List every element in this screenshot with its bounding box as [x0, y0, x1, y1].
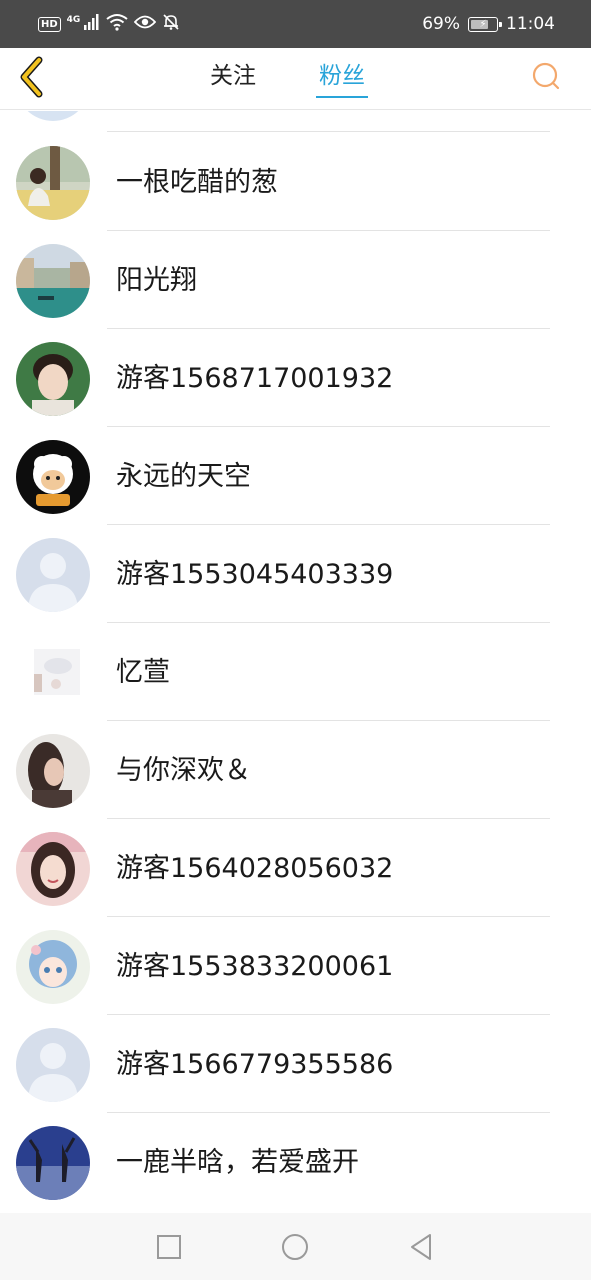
home-circle-icon — [282, 1234, 308, 1260]
avatar[interactable] — [16, 1126, 90, 1200]
tab-fans-label: 粉丝 — [319, 63, 365, 89]
tab-follow-label: 关注 — [210, 63, 256, 89]
fan-name: 永远的天空 — [116, 461, 251, 492]
list-item[interactable]: 忆萱 — [0, 623, 591, 721]
list-item[interactable]: 游客1566779355586 — [0, 1015, 591, 1113]
avatar-cartoon-goat — [16, 440, 90, 514]
fan-name: 游客1553833200061 — [116, 951, 394, 982]
default-avatar-icon — [16, 538, 90, 612]
avatar[interactable] — [16, 244, 90, 318]
avatar-photo-silhouettes — [16, 1126, 90, 1200]
title-bar: 关注 粉丝 — [0, 48, 591, 110]
fan-name: 一根吃醋的葱 — [116, 167, 278, 198]
fan-name: 游客1564028056032 — [116, 853, 394, 884]
status-bar: HD 4G 69% ⚡ 11:04 — [0, 0, 591, 48]
list-item[interactable]: 一鹿半晗，若爱盛开 — [0, 1113, 591, 1211]
list-item[interactable]: 永远的天空 — [0, 427, 591, 525]
avatar[interactable] — [16, 538, 90, 612]
avatar[interactable] — [16, 832, 90, 906]
status-right: 69% ⚡ 11:04 — [422, 12, 555, 36]
list-item-partial[interactable] — [0, 111, 591, 132]
status-left: HD 4G — [38, 12, 180, 36]
avatar[interactable] — [16, 146, 90, 220]
avatar[interactable] — [16, 636, 90, 710]
back-nav-button[interactable] — [404, 1230, 438, 1264]
back-button[interactable] — [14, 54, 50, 100]
avatar[interactable] — [16, 440, 90, 514]
list-item[interactable]: 游客1568717001932 — [0, 329, 591, 427]
chevron-left-icon — [20, 56, 43, 98]
avatar-photo-canal — [16, 244, 90, 318]
hd-icon: HD — [38, 16, 61, 32]
system-nav-bar — [0, 1213, 591, 1280]
avatar-photo-girl-selfie — [16, 832, 90, 906]
fan-name: 一鹿半晗，若爱盛开 — [116, 1147, 359, 1178]
fans-list[interactable]: 一根吃醋的葱 阳光翔 游客1568717001932 永远的天空 游客15530… — [0, 111, 591, 1213]
fan-name: 阳光翔 — [116, 265, 197, 296]
charging-bolt-icon: ⚡ — [479, 18, 487, 30]
bell-off-icon — [162, 13, 180, 35]
signal-icon — [84, 14, 100, 34]
list-item[interactable]: 游客1564028056032 — [0, 819, 591, 917]
fan-name: 游客1566779355586 — [116, 1049, 394, 1080]
list-item[interactable]: 游客1553045403339 — [0, 525, 591, 623]
clock: 11:04 — [506, 14, 555, 34]
search-icon — [532, 62, 560, 90]
avatar-photo-girl-profile — [16, 734, 90, 808]
list-item[interactable]: 一根吃醋的葱 — [0, 133, 591, 231]
fan-name: 游客1553045403339 — [116, 559, 394, 590]
active-tab-indicator — [316, 96, 368, 98]
avatar[interactable] — [16, 111, 90, 121]
recents-button[interactable] — [152, 1230, 186, 1264]
battery-percent: 69% — [422, 14, 460, 34]
avatar-photo-boy — [16, 342, 90, 416]
avatar[interactable] — [16, 930, 90, 1004]
fan-name: 忆萱 — [116, 657, 170, 688]
home-button[interactable] — [278, 1230, 312, 1264]
recents-square-icon — [157, 1235, 181, 1259]
avatar-photo-girl-field — [16, 146, 90, 220]
list-item[interactable]: 阳光翔 — [0, 231, 591, 329]
list-item[interactable]: 游客1553833200061 — [0, 917, 591, 1015]
network-type: 4G — [66, 15, 81, 25]
avatar[interactable] — [16, 734, 90, 808]
avatar[interactable] — [16, 1028, 90, 1102]
avatar-photo-small-white — [16, 636, 90, 710]
fan-name: 游客1568717001932 — [116, 363, 394, 394]
default-avatar-icon — [16, 1028, 90, 1102]
avatar-anime-girl — [16, 930, 90, 1004]
tab-fans[interactable]: 粉丝 — [314, 60, 370, 98]
eye-icon — [134, 14, 157, 34]
tab-follow[interactable]: 关注 — [204, 60, 262, 98]
fan-name: 与你深欢＆ — [116, 755, 251, 786]
row-divider — [107, 131, 550, 132]
search-button[interactable] — [528, 58, 564, 94]
list-item[interactable]: 与你深欢＆ — [0, 721, 591, 819]
wifi-icon — [106, 13, 128, 35]
battery-icon: ⚡ — [468, 16, 502, 32]
avatar[interactable] — [16, 342, 90, 416]
back-triangle-icon — [411, 1234, 431, 1260]
